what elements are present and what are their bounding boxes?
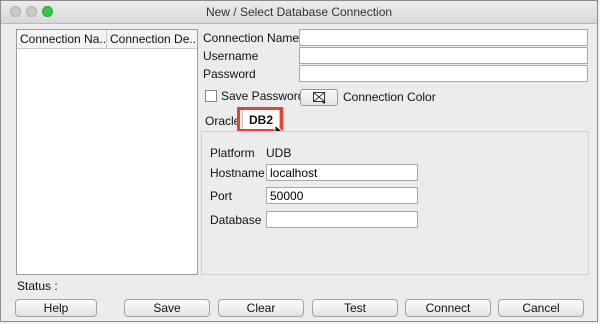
window-title: New / Select Database Connection (205, 5, 393, 19)
save-button[interactable]: Save (124, 299, 210, 317)
connection-list[interactable]: Connection Na... Connection De... (16, 29, 198, 275)
username-input[interactable] (299, 47, 588, 64)
connection-name-label: Connection Name (203, 31, 299, 45)
database-label: Database (210, 213, 262, 227)
connection-color-button[interactable] (300, 89, 338, 106)
hostname-input[interactable] (266, 164, 418, 181)
hostname-label: Hostname (210, 166, 265, 180)
help-button[interactable]: Help (15, 299, 97, 317)
username-label: Username (203, 49, 259, 63)
password-label: Password (203, 67, 256, 81)
dialog-window: New / Select Database Connection Connect… (0, 0, 598, 322)
save-password-checkbox[interactable] (205, 90, 217, 102)
port-label: Port (210, 189, 233, 203)
platform-label: Platform (210, 146, 255, 160)
column-header-connection-details[interactable]: Connection De... (107, 30, 197, 49)
platform-value: UDB (266, 146, 292, 160)
status-label: Status : (17, 279, 58, 293)
port-input[interactable] (266, 187, 418, 204)
database-input[interactable] (266, 211, 418, 228)
title-bar: New / Select Database Connection (1, 1, 597, 24)
clear-button[interactable]: Clear (218, 299, 304, 317)
cancel-button[interactable]: Cancel (498, 299, 584, 317)
connection-name-label-text: Connection Name (203, 31, 300, 45)
tab-oracle[interactable]: Oracle (205, 114, 240, 128)
test-button[interactable]: Test (312, 299, 398, 317)
connect-button[interactable]: Connect (405, 299, 491, 317)
column-header-connection-name[interactable]: Connection Na... (17, 30, 107, 49)
connection-color-label: Connection Color (343, 90, 436, 104)
save-password-label: Save Password (221, 89, 305, 103)
password-input[interactable] (299, 65, 588, 82)
connection-name-input[interactable] (299, 29, 588, 46)
color-swatch-icon (313, 92, 326, 104)
